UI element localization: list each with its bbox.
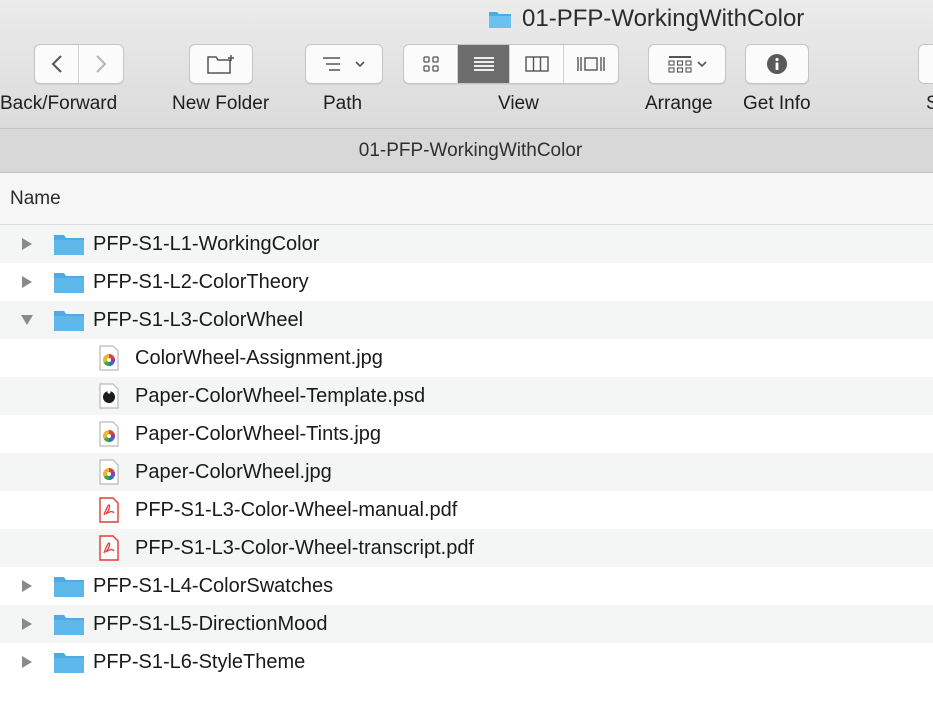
disclosure-right-icon: [22, 580, 32, 592]
folder-icon: [54, 577, 84, 597]
folder-row[interactable]: PFP-S1-L3-ColorWheel: [0, 301, 933, 339]
item-name: PFP-S1-L3-ColorWheel: [93, 308, 304, 331]
folder-row[interactable]: PFP-S1-L2-ColorTheory: [0, 263, 933, 301]
folder-icon: [54, 653, 84, 673]
file-row[interactable]: PFP-S1-L3-Color-Wheel-transcript.pdf: [0, 529, 933, 567]
window-title-text: 01-PFP-WorkingWithColor: [522, 5, 805, 32]
path-bar-current: 01-PFP-WorkingWithColor: [358, 139, 583, 161]
view-label: View: [498, 93, 539, 114]
disclosure-right-icon: [22, 276, 32, 288]
disclosure-right-icon: [22, 656, 32, 668]
back-button[interactable]: [35, 45, 79, 83]
file-row[interactable]: PFP-S1-L3-Color-Wheel-manual.pdf: [0, 491, 933, 529]
info-icon: [767, 54, 787, 74]
item-name: Paper-ColorWheel-Template.psd: [135, 384, 426, 407]
new-folder-button[interactable]: [190, 45, 252, 83]
view-icon-button[interactable]: [404, 45, 458, 83]
chevron-down-icon: [696, 61, 707, 68]
new-folder-group: [189, 44, 253, 84]
item-name: PFP-S1-L6-StyleTheme: [93, 650, 306, 673]
item-name: PFP-S1-L2-ColorTheory: [93, 270, 309, 293]
folder-row[interactable]: PFP-S1-L4-ColorSwatches: [0, 567, 933, 605]
item-name: ColorWheel-Assignment.jpg: [135, 346, 383, 369]
folder-icon: [54, 311, 84, 331]
pdf-file-icon: [99, 535, 119, 561]
expand-toggle[interactable]: [20, 579, 34, 593]
disclosure-right-icon: [22, 238, 32, 250]
item-name: PFP-S1-L5-DirectionMood: [93, 612, 328, 635]
icon-view-icon: [422, 56, 439, 72]
expand-toggle[interactable]: [20, 275, 34, 289]
file-row[interactable]: ColorWheel-Assignment.jpg: [0, 339, 933, 377]
item-name: Paper-ColorWheel-Tints.jpg: [135, 422, 382, 445]
path-label: Path: [323, 93, 363, 114]
file-row[interactable]: Paper-ColorWheel.jpg: [0, 453, 933, 491]
image-file-icon: [99, 421, 119, 447]
pdf-file-icon: [99, 497, 119, 523]
path-button[interactable]: [306, 45, 382, 83]
path-group: [305, 44, 383, 84]
item-name: Paper-ColorWheel.jpg: [135, 460, 332, 483]
back-forward-group: [34, 44, 124, 84]
arrange-grid-icon: [667, 56, 692, 73]
get-info-button[interactable]: [746, 45, 808, 83]
item-name: PFP-S1-L1-WorkingColor: [93, 232, 320, 255]
folder-icon: [489, 12, 511, 28]
chevron-down-icon: [355, 61, 365, 68]
chevron-left-icon: [51, 55, 62, 73]
path-bar: 01-PFP-WorkingWithColor: [0, 128, 933, 173]
item-name: PFP-S1-L3-Color-Wheel-manual.pdf: [135, 498, 458, 521]
view-list-button[interactable]: [458, 45, 510, 83]
photoshop-file-icon: [99, 383, 119, 409]
get-info-label: Get Info: [743, 93, 811, 114]
image-file-icon: [99, 345, 119, 371]
finder-window: 01-PFP-WorkingWithColor Back/Forward New…: [0, 0, 933, 709]
list-view-icon: [473, 57, 494, 71]
image-file-icon: [99, 459, 119, 485]
folder-icon: [54, 273, 84, 293]
arrange-label: Arrange: [645, 93, 713, 114]
view-group: [403, 44, 619, 84]
name-column-label: Name: [10, 187, 61, 209]
folder-icon: [54, 615, 84, 635]
folder-row[interactable]: PFP-S1-L6-StyleTheme: [0, 643, 933, 681]
gallery-view-icon: [577, 57, 605, 71]
disclosure-right-icon: [22, 618, 32, 630]
back-forward-label: Back/Forward: [0, 93, 118, 114]
share-label: S: [926, 93, 933, 114]
item-name: PFP-S1-L4-ColorSwatches: [93, 574, 334, 597]
forward-button[interactable]: [79, 45, 123, 83]
new-folder-icon: [207, 55, 234, 74]
folder-row[interactable]: PFP-S1-L5-DirectionMood: [0, 605, 933, 643]
name-column-header[interactable]: Name: [0, 173, 933, 225]
expand-toggle[interactable]: [20, 617, 34, 631]
toolbar: 01-PFP-WorkingWithColor Back/Forward New…: [0, 0, 933, 128]
file-row[interactable]: Paper-ColorWheel-Template.psd: [0, 377, 933, 415]
item-name: PFP-S1-L3-Color-Wheel-transcript.pdf: [135, 536, 474, 559]
new-folder-label: New Folder: [172, 93, 270, 114]
arrange-group: [648, 44, 726, 84]
view-column-button[interactable]: [510, 45, 564, 83]
expand-toggle[interactable]: [20, 237, 34, 251]
window-title: 01-PFP-WorkingWithColor: [488, 4, 804, 34]
disclosure-down-icon: [21, 315, 33, 325]
file-row[interactable]: Paper-ColorWheel-Tints.jpg: [0, 415, 933, 453]
share-button[interactable]: [918, 44, 933, 84]
view-gallery-button[interactable]: [564, 45, 618, 83]
expand-toggle[interactable]: [20, 655, 34, 669]
folder-row[interactable]: PFP-S1-L1-WorkingColor: [0, 225, 933, 263]
get-info-group: [745, 44, 809, 84]
arrange-button[interactable]: [649, 45, 725, 83]
collapse-toggle[interactable]: [20, 313, 34, 327]
column-view-icon: [524, 56, 549, 72]
path-list-icon: [323, 57, 340, 71]
file-list: PFP-S1-L1-WorkingColor PFP-S1-L2-ColorThe…: [0, 225, 933, 681]
folder-icon: [54, 235, 84, 255]
chevron-right-icon: [96, 55, 107, 73]
